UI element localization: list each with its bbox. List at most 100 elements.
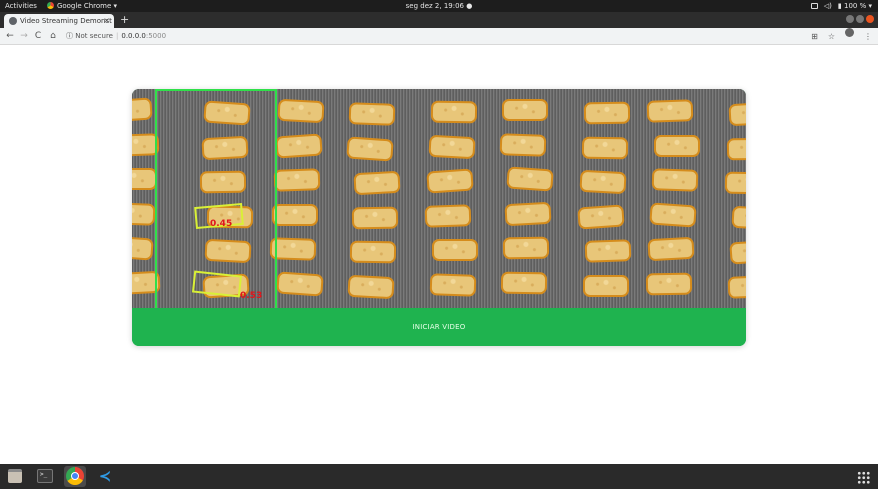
cracker-item bbox=[428, 134, 476, 160]
system-top-bar: Activities Google Chrome ▾ seg dez 2, 19… bbox=[0, 0, 878, 12]
cracker-item bbox=[583, 101, 631, 125]
roi-top-line bbox=[155, 89, 277, 91]
close-window-icon[interactable] bbox=[866, 15, 874, 23]
vscode-app[interactable]: ≺ bbox=[94, 466, 116, 487]
screen-icon bbox=[810, 3, 818, 9]
cracker-item bbox=[275, 133, 323, 159]
url-host: 0.0.0.0 bbox=[121, 32, 146, 40]
forward-button[interactable]: → bbox=[18, 28, 30, 45]
cracker-item bbox=[731, 205, 746, 231]
tab-close-icon[interactable]: × bbox=[103, 14, 110, 28]
cracker-item bbox=[646, 99, 694, 123]
terminal-icon: >_ bbox=[37, 469, 53, 483]
tab-strip: Video Streaming Demonst × + bbox=[0, 12, 878, 28]
cracker-item bbox=[727, 275, 746, 299]
tab-video-streaming[interactable]: Video Streaming Demonst × bbox=[4, 14, 114, 28]
maximize-icon[interactable] bbox=[856, 15, 864, 23]
cracker-item bbox=[132, 97, 153, 123]
info-icon[interactable]: ⓘ bbox=[66, 32, 73, 40]
cracker-item bbox=[649, 202, 697, 228]
address-bar[interactable]: ⓘ Not secure | 0.0.0.0:5000 bbox=[66, 28, 166, 45]
cracker-item bbox=[353, 170, 401, 196]
cracker-item bbox=[728, 101, 746, 127]
cracker-item bbox=[429, 273, 477, 297]
home-button[interactable]: ⌂ bbox=[47, 28, 59, 45]
battery-label: 100 % ▾ bbox=[844, 2, 872, 10]
cracker-item bbox=[426, 168, 474, 194]
cracker-item bbox=[132, 235, 154, 261]
cracker-item bbox=[204, 238, 252, 264]
cracker-item bbox=[199, 170, 247, 194]
detection-score: 0.45 bbox=[210, 219, 233, 229]
detection-box bbox=[191, 270, 243, 298]
translate-icon[interactable]: ⊞ bbox=[811, 28, 818, 45]
cracker-item bbox=[132, 202, 156, 226]
chrome-icon bbox=[66, 467, 84, 485]
cracker-item bbox=[430, 100, 478, 124]
tab-favicon-icon bbox=[9, 17, 17, 25]
cracker-item bbox=[432, 239, 478, 261]
cracker-item bbox=[584, 239, 632, 263]
bookmark-star-icon[interactable]: ☆ bbox=[828, 28, 835, 45]
cracker-item bbox=[502, 99, 548, 121]
cracker-item bbox=[726, 137, 746, 161]
cracker-item bbox=[504, 201, 552, 227]
cracker-item bbox=[581, 136, 629, 160]
cracker-item bbox=[424, 204, 472, 228]
cracker-item bbox=[132, 168, 157, 190]
clock[interactable]: seg dez 2, 19:06 ● bbox=[406, 2, 473, 10]
browser-toolbar: ← → C ⌂ ⓘ Not secure | 0.0.0.0:5000 ⊞ ☆ ⋮ bbox=[0, 28, 878, 45]
terminal-app[interactable]: >_ bbox=[34, 466, 56, 487]
page-body: 0.45 0.53 INICIAR VIDEO bbox=[0, 45, 878, 464]
cracker-item bbox=[346, 136, 394, 162]
profile-avatar[interactable] bbox=[845, 28, 854, 37]
cracker-item bbox=[724, 171, 746, 195]
cracker-item bbox=[583, 275, 629, 297]
battery-indicator[interactable]: ▮ 100 % ▾ bbox=[838, 0, 872, 12]
cracker-item bbox=[272, 204, 318, 226]
cracker-item bbox=[651, 168, 699, 192]
menu-kebab-icon[interactable]: ⋮ bbox=[864, 28, 872, 45]
cracker-item bbox=[273, 168, 321, 192]
video-card: 0.45 0.53 INICIAR VIDEO bbox=[132, 89, 746, 346]
cracker-item bbox=[579, 169, 627, 195]
cracker-item bbox=[349, 240, 397, 264]
detection-score: 0.53 bbox=[240, 291, 263, 301]
window-controls bbox=[846, 15, 874, 23]
reload-button[interactable]: C bbox=[32, 28, 44, 45]
cracker-item bbox=[499, 133, 547, 157]
security-label: Not secure bbox=[75, 32, 113, 40]
chrome-app[interactable] bbox=[64, 466, 86, 487]
cracker-item bbox=[347, 274, 395, 300]
files-icon bbox=[8, 469, 22, 483]
taskbar: >_ ≺ bbox=[0, 464, 878, 489]
cracker-item bbox=[201, 135, 249, 161]
cracker-item bbox=[348, 102, 396, 126]
back-button[interactable]: ← bbox=[4, 28, 16, 45]
tab-title: Video Streaming Demonst bbox=[20, 17, 112, 25]
cracker-item bbox=[351, 206, 399, 230]
cracker-item bbox=[506, 166, 554, 192]
cracker-item bbox=[203, 100, 251, 126]
vscode-icon: ≺ bbox=[98, 467, 112, 485]
start-video-button[interactable]: INICIAR VIDEO bbox=[132, 308, 746, 346]
minimize-icon[interactable] bbox=[846, 15, 854, 23]
cracker-item bbox=[577, 204, 625, 230]
cracker-item bbox=[276, 271, 324, 297]
cracker-item bbox=[502, 236, 550, 260]
files-app[interactable] bbox=[4, 466, 26, 487]
cracker-item bbox=[500, 271, 548, 295]
volume-icon: ◁) bbox=[823, 2, 832, 10]
roi-right-line bbox=[275, 89, 277, 308]
cracker-item bbox=[647, 236, 695, 262]
battery-icon: ▮ bbox=[837, 2, 842, 10]
video-stream: 0.45 0.53 bbox=[132, 89, 746, 308]
cracker-item bbox=[729, 239, 746, 265]
new-tab-button[interactable]: + bbox=[120, 13, 129, 27]
roi-left-line bbox=[155, 89, 157, 308]
show-applications-icon[interactable] bbox=[857, 471, 870, 484]
cracker-item bbox=[645, 272, 693, 296]
cracker-item bbox=[654, 135, 700, 157]
cracker-item bbox=[277, 98, 325, 124]
url-port: :5000 bbox=[145, 32, 167, 40]
